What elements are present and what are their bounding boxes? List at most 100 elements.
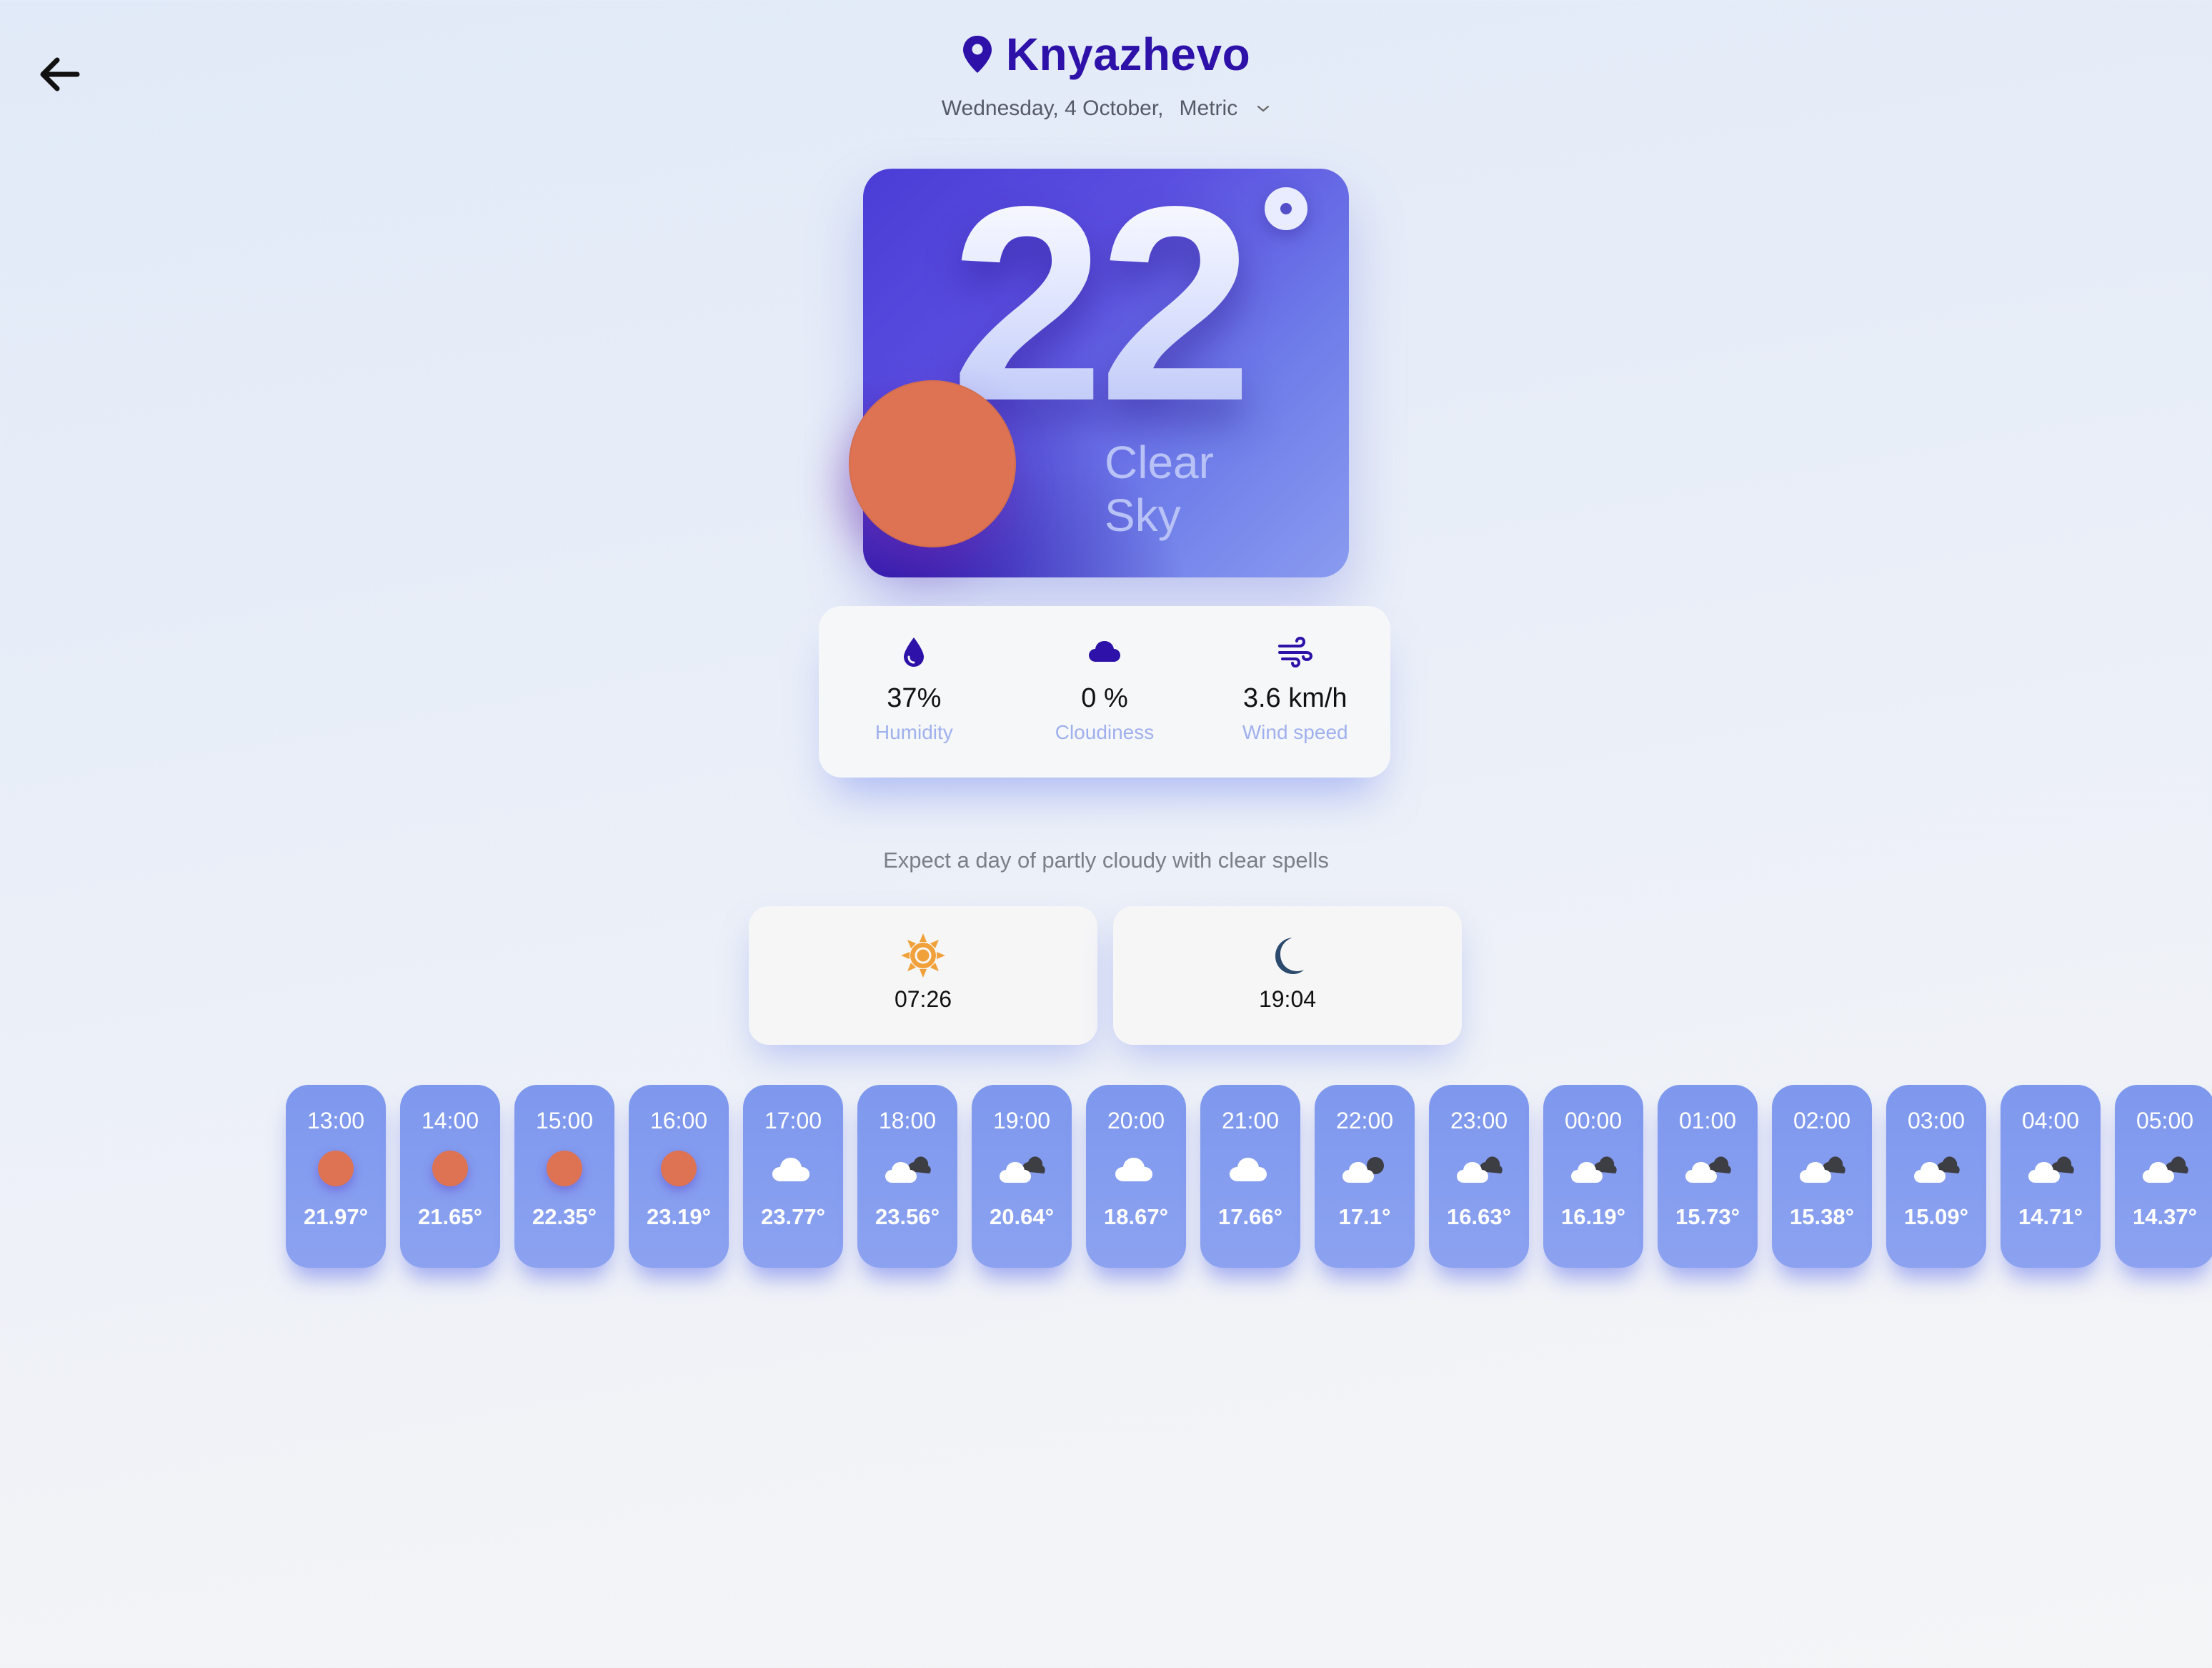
units-select[interactable]: Metric: [1180, 96, 1271, 121]
hourly-time: 18:00: [878, 1108, 937, 1133]
hourly-time: 14:00: [421, 1108, 479, 1133]
hourly-temperature: 15.38°: [1790, 1204, 1854, 1229]
hourly-card[interactable]: 04:00 14.71°: [2001, 1085, 2101, 1268]
broken-clouds-icon: [2140, 1150, 2190, 1187]
hourly-time: 17:00: [764, 1108, 822, 1133]
hourly-temperature: 15.73°: [1675, 1204, 1740, 1229]
units-value: Metric: [1179, 96, 1238, 120]
condition-line-1: Clear: [1105, 437, 1214, 488]
sunrise-card: 07:26: [749, 906, 1097, 1045]
hourly-card[interactable]: 21:00 17.66°: [1200, 1085, 1300, 1268]
day-summary: Expect a day of partly cloudy with clear…: [883, 848, 1329, 873]
weather-stats-card: 37% Humidity 0 % Cloudiness 3.6 km/h Win…: [819, 606, 1390, 778]
wind-speed-value: 3.6 km/h: [1242, 683, 1347, 713]
cloud-icon: [1089, 641, 1120, 662]
hourly-temperature: 21.65°: [418, 1204, 482, 1229]
hourly-temperature: 20.64°: [990, 1204, 1054, 1229]
hourly-time: 01:00: [1678, 1108, 1737, 1133]
cloudiness-value: 0 %: [1081, 683, 1128, 713]
hourly-temperature: 23.56°: [875, 1204, 940, 1229]
broken-clouds-icon: [1683, 1150, 1733, 1187]
humidity-label: Humidity: [875, 721, 953, 743]
hourly-temperature: 14.37°: [2133, 1204, 2197, 1229]
hourly-card[interactable]: 03:00 15.09°: [1886, 1085, 1986, 1268]
broken-clouds-icon: [882, 1150, 932, 1187]
hourly-card[interactable]: 19:00 20.64°: [972, 1085, 1072, 1268]
sun-icon: [654, 1150, 704, 1187]
wind-speed-label: Wind speed: [1242, 721, 1348, 743]
hourly-time: 22:00: [1335, 1108, 1394, 1133]
hourly-card[interactable]: 22:00 17.1°: [1315, 1085, 1415, 1268]
sunset-card: 19:04: [1113, 906, 1462, 1045]
hourly-card[interactable]: 00:00 16.19°: [1543, 1085, 1643, 1268]
hourly-temperature: 16.19°: [1561, 1204, 1625, 1229]
sun-icon: [425, 1150, 475, 1187]
sunset-time: 19:04: [1258, 986, 1317, 1012]
cloud-icon: [768, 1150, 818, 1187]
sun-icon: [539, 1150, 589, 1187]
stat-humidity: 37% Humidity: [819, 606, 1010, 778]
current-date: Wednesday, 4 October,: [941, 96, 1164, 120]
hourly-temperature: 17.1°: [1338, 1204, 1391, 1229]
hourly-temperature: 23.77°: [761, 1204, 825, 1229]
stat-cloudiness: 0 % Cloudiness: [1010, 606, 1200, 778]
hourly-card[interactable]: 18:00 23.56°: [857, 1085, 957, 1268]
broken-clouds-icon: [1454, 1150, 1504, 1187]
hourly-card[interactable]: 20:00 18.67°: [1086, 1085, 1186, 1268]
city-name: Knyazhevo: [1005, 29, 1251, 80]
hourly-time: 13:00: [307, 1108, 365, 1133]
hourly-time: 21:00: [1221, 1108, 1280, 1133]
hourly-card[interactable]: 15:00 22.35°: [514, 1085, 614, 1268]
wind-icon: [1277, 636, 1312, 668]
hourly-card[interactable]: 23:00 16.63°: [1429, 1085, 1529, 1268]
droplet-icon: [904, 637, 925, 667]
sunrise-icon: [901, 933, 945, 978]
broken-clouds-icon: [2026, 1150, 2076, 1187]
map-pin-icon: [962, 36, 992, 73]
cloudiness-label: Cloudiness: [1055, 721, 1155, 743]
hourly-time: 02:00: [1793, 1108, 1851, 1133]
hourly-time: 23:00: [1450, 1108, 1508, 1133]
broken-clouds-icon: [1797, 1150, 1847, 1187]
hourly-time: 05:00: [2136, 1108, 2194, 1133]
hourly-time: 04:00: [2021, 1108, 2080, 1133]
hourly-card[interactable]: 17:00 23.77°: [743, 1085, 843, 1268]
stat-wind: 3.6 km/h Wind speed: [1200, 606, 1390, 778]
cloud-icon: [1111, 1150, 1161, 1187]
hourly-time: 20:00: [1107, 1108, 1165, 1133]
chevron-down-icon: [1257, 105, 1270, 112]
moon-icon: [1275, 938, 1304, 974]
broken-clouds-icon: [997, 1150, 1047, 1187]
hourly-card[interactable]: 01:00 15.73°: [1658, 1085, 1758, 1268]
cloud-night-icon: [1340, 1150, 1390, 1187]
cloud-icon: [1225, 1150, 1275, 1187]
current-temperature: 22: [950, 149, 1253, 459]
hourly-card[interactable]: 16:00 23.19°: [629, 1085, 729, 1268]
hourly-temperature: 14.71°: [2018, 1204, 2083, 1229]
location-header: Knyazhevo: [0, 26, 2212, 83]
hourly-time: 03:00: [1907, 1108, 1966, 1133]
hourly-temperature: 22.35°: [532, 1204, 597, 1229]
hourly-card[interactable]: 14:00 21.65°: [400, 1085, 500, 1268]
hourly-temperature: 18.67°: [1104, 1204, 1168, 1229]
sunrise-time: 07:26: [894, 986, 952, 1012]
hourly-temperature: 15.09°: [1904, 1204, 1968, 1229]
hourly-card[interactable]: 05:00 14.37°: [2115, 1085, 2212, 1268]
condition-line-2: Sky: [1105, 490, 1181, 541]
hourly-temperature: 17.66°: [1218, 1204, 1282, 1229]
broken-clouds-icon: [1568, 1150, 1618, 1187]
weather-condition: Clear Sky: [1105, 436, 1290, 542]
date-units-row: Wednesday, 4 October, Metric: [0, 93, 2212, 124]
hourly-card[interactable]: 02:00 15.38°: [1772, 1085, 1872, 1268]
humidity-value: 37%: [887, 683, 942, 713]
hourly-time: 15:00: [535, 1108, 594, 1133]
sun-icon: [311, 1150, 361, 1187]
sun-icon: [849, 380, 1016, 547]
hourly-temperature: 23.19°: [647, 1204, 711, 1229]
hourly-card[interactable]: 13:00 21.97°: [286, 1085, 386, 1268]
hourly-time: 16:00: [649, 1108, 708, 1133]
hourly-time: 19:00: [992, 1108, 1051, 1133]
broken-clouds-icon: [1911, 1150, 1961, 1187]
degree-symbol: [1265, 187, 1307, 230]
hourly-temperature: 16.63°: [1447, 1204, 1511, 1229]
